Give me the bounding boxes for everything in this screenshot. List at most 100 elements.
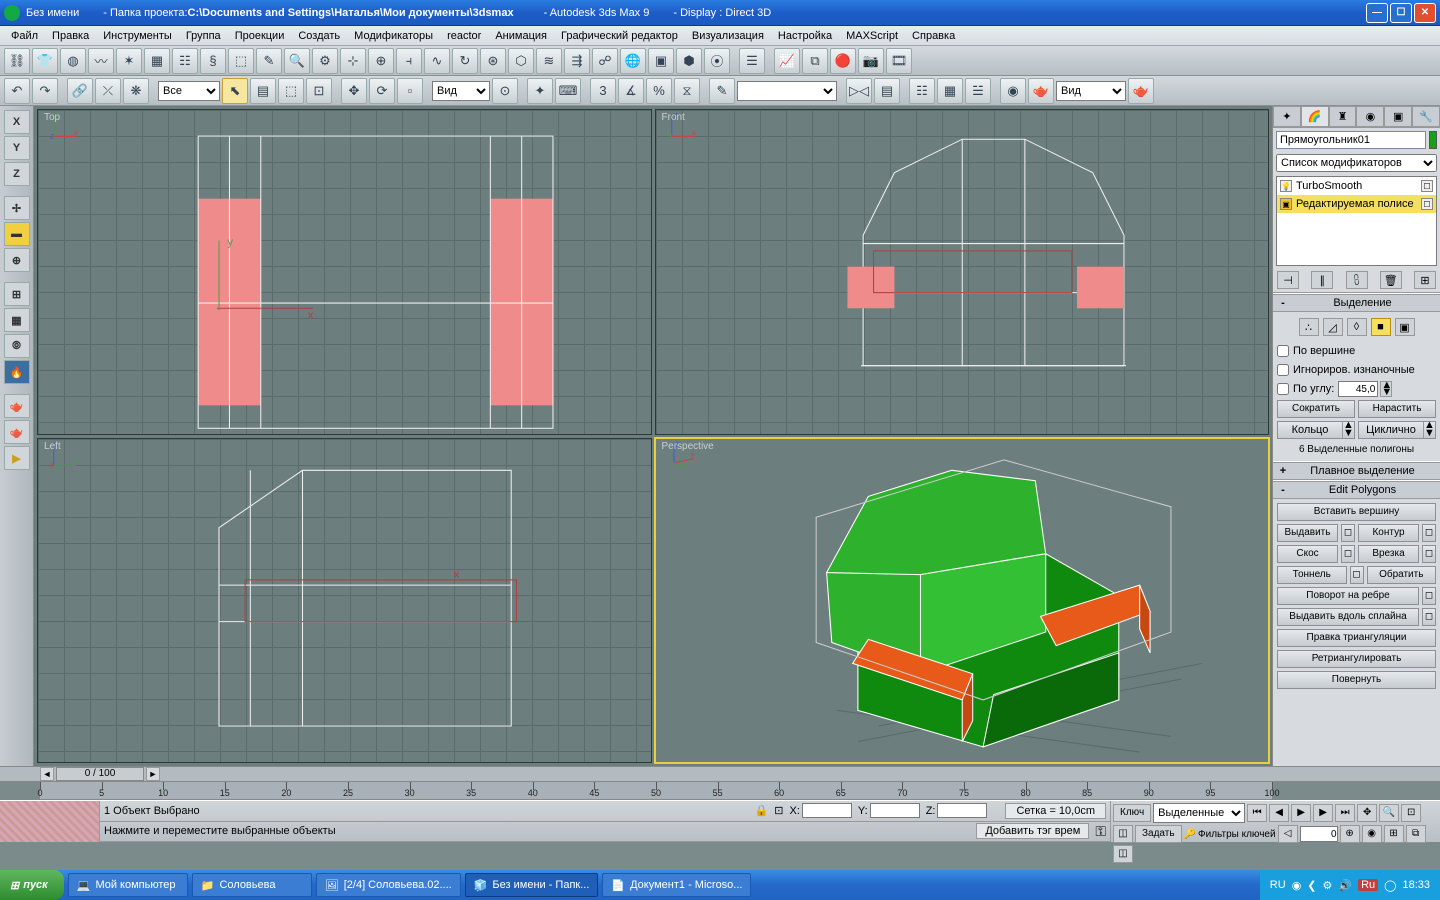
constraint-grid-icon[interactable]: ▬ [4, 222, 30, 246]
menu-customize[interactable]: Настройка [771, 28, 839, 44]
tray-icon-4[interactable]: 🔊 [1338, 879, 1352, 892]
reactor-wand-icon[interactable]: ✎ [256, 48, 282, 74]
rollout-softsel-header[interactable]: +Плавное выделение [1273, 462, 1440, 480]
select-object-icon[interactable]: ⬉ [222, 78, 248, 104]
time-config-icon[interactable]: ⊕ [1340, 825, 1360, 843]
tray-lang2-label[interactable]: Ru [1358, 879, 1378, 891]
tray-clock[interactable]: 18:33 [1402, 879, 1430, 891]
viewport-top[interactable]: Top y x xyz [37, 109, 652, 435]
undo-icon[interactable]: ↶ [4, 78, 30, 104]
viewport-front[interactable]: Front xzy [655, 109, 1270, 435]
bridge-settings-button[interactable]: ◻ [1350, 566, 1364, 584]
object-name-input[interactable] [1276, 131, 1426, 149]
reference-coord-dropdown[interactable]: Вид [432, 81, 490, 101]
menu-file[interactable]: Файл [4, 28, 45, 44]
layer-manager-icon[interactable]: ☰ [739, 48, 765, 74]
nav-maximize-icon[interactable]: ⊞ [1384, 825, 1404, 843]
percent-snap-icon[interactable]: % [646, 78, 672, 104]
menu-reactor[interactable]: reactor [440, 28, 488, 44]
scale-icon[interactable]: ▫ [397, 78, 423, 104]
nav-orbit-icon[interactable]: ◉ [1362, 825, 1382, 843]
tray-icon-1[interactable]: ◉ [1292, 879, 1302, 892]
window-minimize-button[interactable]: — [1366, 3, 1388, 23]
render-last-icon[interactable]: 🫖 [1028, 78, 1054, 104]
taskbar-task[interactable]: 💻Мой компьютер [68, 873, 188, 897]
loop-button[interactable]: Циклично▲▼ [1358, 421, 1436, 439]
reactor-chain-icon[interactable]: ⛓ [4, 48, 30, 74]
material-editor-icon[interactable]: 🔴 [830, 48, 856, 74]
reactor-world-icon[interactable]: 🌐 [620, 48, 646, 74]
menu-tools[interactable]: Инструменты [96, 28, 179, 44]
nav-region-icon[interactable]: ⧉ [1406, 825, 1426, 843]
set-key-button[interactable]: Задать [1135, 825, 1182, 843]
outline-button[interactable]: Контур [1358, 524, 1419, 542]
snapshot-icon[interactable]: ▦ [4, 308, 30, 332]
tray-icon-3[interactable]: ⚙ [1323, 879, 1333, 892]
coord-x-input[interactable] [802, 803, 852, 818]
current-frame-input[interactable] [1300, 826, 1338, 842]
flip-button[interactable]: Обратить [1367, 566, 1437, 584]
constraint-center-icon[interactable]: ⊕ [4, 248, 30, 272]
next-frame-icon[interactable]: ▶ [1313, 804, 1333, 822]
reactor-create-icon[interactable]: ⬢ [676, 48, 702, 74]
time-slider-right-icon[interactable]: ► [146, 767, 160, 781]
taskbar-task[interactable]: 🧊Без имени - Папк... [465, 873, 599, 897]
constraint-xy-icon[interactable]: ✢ [4, 196, 30, 220]
system-tray[interactable]: RU ◉ ❮ ⚙ 🔊 Ru ◯ 18:33 [1260, 870, 1440, 900]
move-icon[interactable]: ✥ [341, 78, 367, 104]
render-scene-icon[interactable]: 📷 [858, 48, 884, 74]
outline-settings-button[interactable]: ◻ [1422, 524, 1436, 542]
subobj-vertex-icon[interactable]: ∴ [1299, 318, 1319, 336]
key-filters-label[interactable]: Фильтры ключей [1198, 829, 1276, 840]
shrink-button[interactable]: Сократить [1277, 400, 1355, 418]
rollout-selection-header[interactable]: -Выделение [1273, 294, 1440, 312]
key-mode-icon[interactable]: ⚿ [1095, 823, 1106, 840]
extrude-settings-button[interactable]: ◻ [1341, 524, 1355, 542]
status-script-area[interactable] [0, 801, 100, 842]
nav-zoom-icon[interactable]: 🔍 [1379, 804, 1399, 822]
pin-stack-icon[interactable]: ⊣ [1277, 271, 1299, 289]
tray-lang-label[interactable]: RU [1270, 879, 1286, 891]
time-ruler[interactable]: 0510152025303540455055606570758085909510… [40, 782, 1272, 800]
link-icon[interactable]: 🔗 [67, 78, 93, 104]
inset-settings-button[interactable]: ◻ [1422, 545, 1436, 563]
subobj-edge-icon[interactable]: ◿ [1323, 318, 1343, 336]
time-slider-left-icon[interactable]: ◄ [40, 767, 54, 781]
add-time-tag-button[interactable]: Добавить тэг врем [976, 823, 1089, 839]
render-icon[interactable]: 🫖 [1128, 78, 1154, 104]
bevel-settings-button[interactable]: ◻ [1341, 545, 1355, 563]
extrude-spline-button[interactable]: Выдавить вдоль сплайна [1277, 608, 1419, 626]
reactor-search-icon[interactable]: 🔍 [284, 48, 310, 74]
teapot-render-icon[interactable]: 🫖 [4, 420, 30, 444]
reactor-wave-icon[interactable]: 〰 [88, 48, 114, 74]
keyboard-shortcut-icon[interactable]: ⌨ [555, 78, 581, 104]
retriangulate-button[interactable]: Ретриангулировать [1277, 650, 1436, 668]
open-layer-icon[interactable]: ▦ [937, 78, 963, 104]
constraint-z-button[interactable]: Z [4, 162, 30, 186]
make-unique-icon[interactable]: ⩉ [1346, 271, 1368, 289]
snap-toggle-icon[interactable]: 3 [590, 78, 616, 104]
start-button[interactable]: ⊞пуск [0, 870, 64, 900]
reactor-car-icon[interactable]: ▦ [144, 48, 170, 74]
menu-create[interactable]: Создать [291, 28, 347, 44]
constraint-x-button[interactable]: X [4, 110, 30, 134]
reactor-toy-icon[interactable]: ⊛ [480, 48, 506, 74]
reactor-wind-icon[interactable]: ⇶ [564, 48, 590, 74]
render-type-icon[interactable]: ◉ [1000, 78, 1026, 104]
modifier-stack[interactable]: 💡TurboSmooth☐ ▣Редактируемая полисе☐ [1276, 176, 1437, 266]
window-maximize-button[interactable]: ☐ [1390, 3, 1412, 23]
viewport-left[interactable]: Left x yzx [37, 438, 652, 764]
expand-icon[interactable]: ▣ [1280, 198, 1292, 210]
ring-button[interactable]: Кольцо▲▼ [1277, 421, 1355, 439]
array-icon[interactable]: ⊞ [4, 282, 30, 306]
spacing-icon[interactable]: ⦾ [4, 334, 30, 358]
key-filters-icon[interactable]: 🔑 [1184, 829, 1196, 840]
reactor-fracture-icon[interactable]: ⬡ [508, 48, 534, 74]
rollout-editpoly-header[interactable]: -Edit Polygons [1273, 481, 1440, 499]
menu-maxscript[interactable]: MAXScript [839, 28, 905, 44]
hinge-button[interactable]: Поворот на ребре [1277, 587, 1419, 605]
select-by-name-icon[interactable]: ▤ [250, 78, 276, 104]
menu-grapheditor[interactable]: Графический редактор [554, 28, 685, 44]
angle-snap-icon[interactable]: ∡ [618, 78, 644, 104]
play-icon[interactable]: ▶ [1291, 804, 1311, 822]
